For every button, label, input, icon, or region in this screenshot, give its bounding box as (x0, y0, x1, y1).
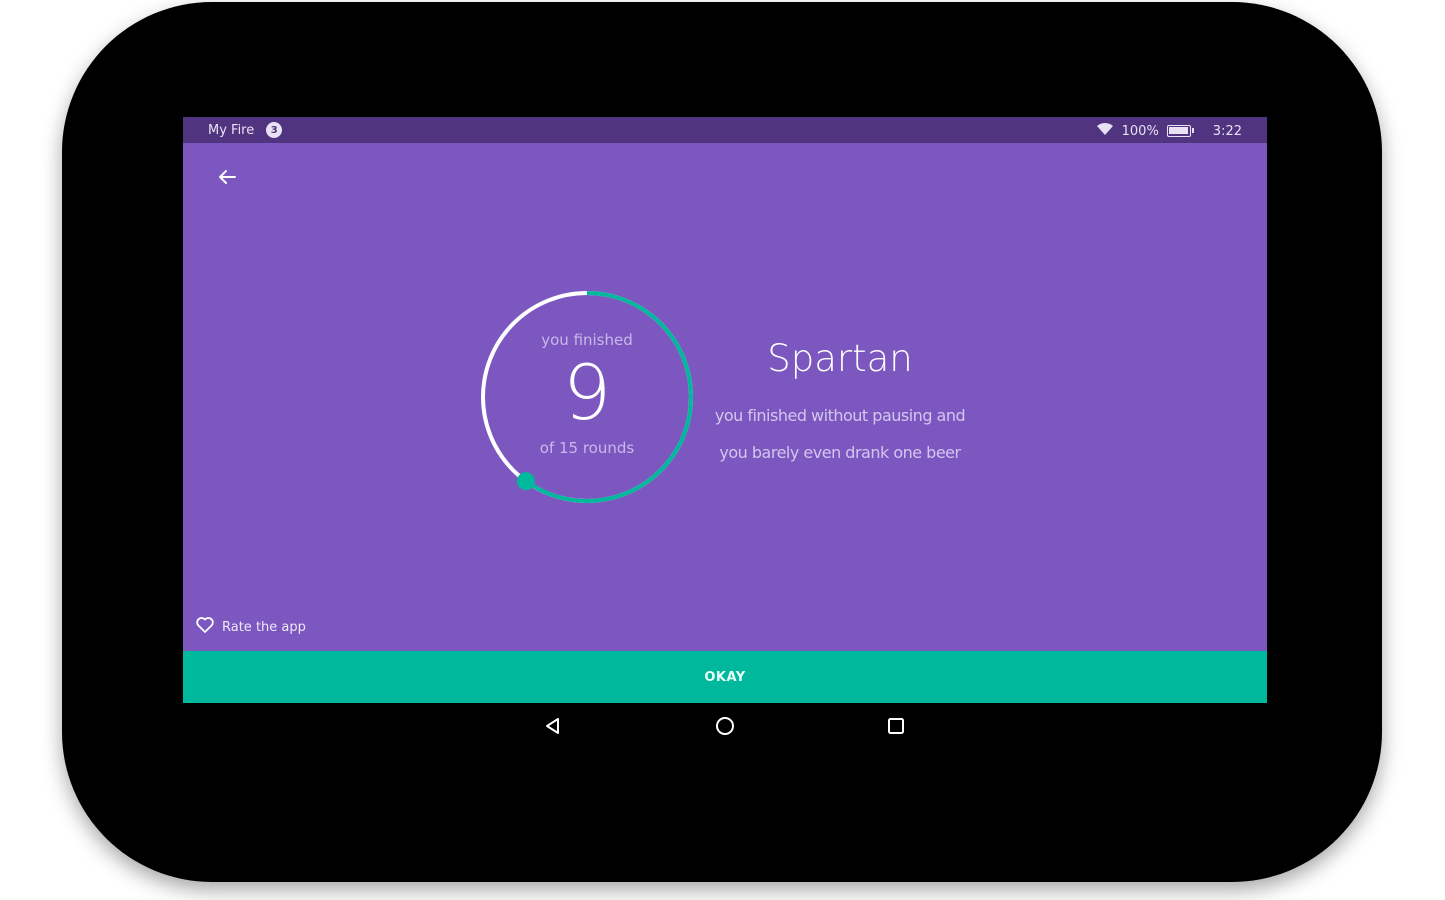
status-right: 100% 3:22 (1096, 122, 1242, 140)
triangle-back-icon (543, 716, 563, 740)
square-recents-icon (886, 716, 906, 740)
rate-app-button[interactable]: Rate the app (196, 617, 306, 637)
app-screen: My Fire 3 100% 3:22 you finished 9 of 15… (183, 117, 1267, 703)
ring-bottom-label: of 15 rounds (539, 439, 635, 457)
rounds-finished-value: 9 (562, 348, 612, 437)
status-time: 3:22 (1212, 123, 1242, 139)
notification-badge: 3 (266, 122, 283, 138)
result-description: you finished without pausing and you bar… (683, 397, 997, 471)
heart-outline-icon (196, 617, 214, 637)
rate-app-label: Rate the app (222, 619, 306, 635)
result-description-line-2: you barely even drank one beer (719, 443, 961, 462)
nav-home-button[interactable] (712, 715, 738, 741)
back-button[interactable] (213, 165, 241, 193)
battery-icon (1166, 125, 1194, 137)
status-left: My Fire 3 (208, 122, 283, 138)
navigation-bar (183, 705, 1267, 751)
result-title: Spartan (767, 337, 913, 380)
circle-home-icon (714, 715, 736, 741)
wifi-icon (1096, 122, 1114, 140)
nav-recents-button[interactable] (883, 715, 909, 741)
battery-percent: 100% (1121, 123, 1159, 139)
ring-labels: you finished 9 of 15 rounds (479, 289, 695, 505)
nav-back-button[interactable] (540, 715, 566, 741)
status-app-name: My Fire (208, 122, 255, 138)
result-description-line-1: you finished without pausing and (714, 406, 966, 425)
battery-level (1168, 127, 1188, 134)
arrow-left-icon (217, 167, 237, 191)
status-bar: My Fire 3 100% 3:22 (183, 117, 1267, 143)
okay-button[interactable]: OKAY (183, 651, 1267, 703)
